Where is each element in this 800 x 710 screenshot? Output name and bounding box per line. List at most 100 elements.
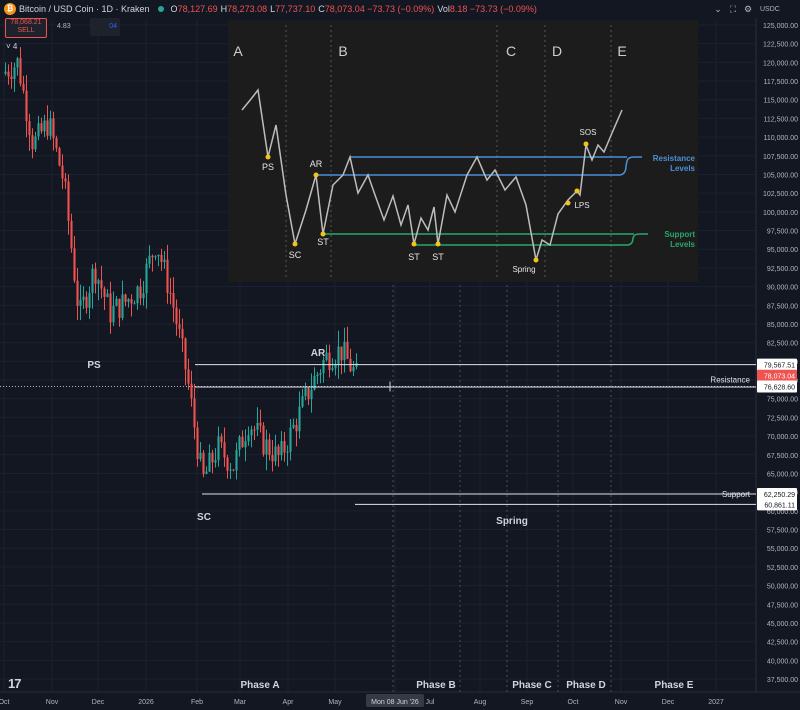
candle-body	[13, 67, 16, 79]
candle-body	[7, 71, 10, 77]
inset-event-marker	[292, 241, 298, 247]
candle-body	[292, 424, 295, 428]
candle-body	[298, 406, 301, 432]
maximize-icon[interactable]: ⛶	[727, 3, 739, 15]
inset-phase-letter: E	[617, 43, 626, 59]
candle-body	[130, 299, 133, 304]
time-tick-label: Sep	[521, 699, 534, 706]
symbol-title[interactable]: Bitcoin / USD Coin · 1D · Kraken	[19, 4, 150, 14]
currency-label[interactable]: USDC	[760, 4, 796, 16]
inset-event-marker	[583, 141, 589, 147]
candle-body	[235, 450, 238, 471]
candle-body	[301, 396, 304, 407]
sell-button[interactable]: 78,068.21 SELL	[5, 18, 47, 38]
candle-body	[334, 364, 337, 369]
time-tick-label: 2027	[708, 699, 724, 706]
current-price-tag: 78,073.04	[764, 374, 795, 381]
candle-body	[25, 90, 28, 122]
price-tick-label: 42,500.00	[767, 640, 798, 647]
candle-body	[64, 178, 67, 182]
candle-body	[103, 288, 106, 297]
inset-event-marker	[533, 257, 539, 263]
candle-body	[310, 389, 313, 400]
price-tick-label: 52,500.00	[767, 565, 798, 572]
candle-body	[184, 338, 187, 370]
candle-body	[136, 286, 139, 304]
candle-body	[226, 457, 229, 471]
candle-body	[151, 255, 154, 258]
candle-body	[34, 136, 37, 150]
inset-label-ar: AR	[310, 159, 323, 169]
ohlc-close: 78,073.04 −73.73 (−0.09%)	[324, 4, 435, 14]
price-tag: 62,250.29	[764, 492, 795, 499]
chevron-down-icon[interactable]: ⌄	[712, 3, 724, 15]
candle-body	[46, 120, 49, 136]
price-tick-label: 92,500.00	[767, 266, 798, 273]
price-tick-label: 102,500.00	[763, 191, 798, 198]
price-tick-label: 97,500.00	[767, 229, 798, 236]
candle-body	[289, 427, 292, 452]
candle-body	[268, 439, 271, 456]
annotation-ps: PS	[87, 360, 101, 371]
price-tick-label: 67,500.00	[767, 453, 798, 460]
inset-event-marker	[313, 172, 319, 178]
time-tick-label: Feb	[191, 699, 203, 706]
tradingview-logo: 17	[8, 676, 22, 691]
price-tick-label: 57,500.00	[767, 528, 798, 535]
inset-label-sos: SOS	[580, 128, 597, 137]
quantity-field[interactable]: 04	[90, 18, 120, 36]
price-tick-label: 115,000.00	[763, 98, 798, 105]
wyckoff-inset: A B C D EResistanceLevelsSupportLevelsPSSCAR…	[228, 20, 698, 282]
price-tick-label: 110,000.00	[763, 135, 798, 142]
inset-support-label: Levels	[670, 240, 695, 249]
candle-body	[196, 427, 199, 460]
time-tick-label: Nov	[615, 699, 628, 706]
candle-body	[112, 305, 115, 323]
inset-event-marker	[265, 154, 271, 160]
price-tick-label: 90,000.00	[767, 285, 798, 292]
candle-body	[100, 280, 103, 289]
price-tag: 76,628.60	[764, 385, 795, 392]
inset-label-st: ST	[408, 252, 420, 262]
time-tick-label: Mar	[234, 699, 247, 706]
inset-event-marker	[411, 241, 417, 247]
candle-body	[133, 303, 136, 305]
candle-body	[22, 83, 25, 91]
candle-body	[214, 460, 217, 463]
price-tick-label: 72,500.00	[767, 415, 798, 422]
inset-label-spring: Spring	[512, 265, 535, 274]
price-tick-label: 47,500.00	[767, 602, 798, 609]
price-tag: 79,567.51	[764, 363, 795, 370]
candle-body	[322, 359, 325, 374]
candle-body	[85, 296, 88, 308]
candle-body	[271, 455, 274, 462]
volume: 8.18 −73.73 (−0.09%)	[449, 4, 537, 14]
inset-background	[228, 20, 698, 282]
candle-body	[274, 446, 277, 462]
inset-event-marker	[435, 241, 441, 247]
candle-body	[139, 286, 142, 299]
chart-header: ₿ Bitcoin / USD Coin · 1D · Kraken O 78,1…	[0, 0, 760, 18]
candle-body	[52, 118, 55, 138]
candle-body	[247, 435, 250, 442]
ohlc-open: 78,127.69	[177, 4, 218, 14]
indicator-toggle[interactable]: ˅ 4	[6, 42, 17, 51]
candle-body	[106, 293, 109, 297]
candle-body	[169, 292, 172, 294]
candle-body	[70, 220, 73, 249]
candle-body	[160, 254, 163, 262]
candle-body	[325, 352, 328, 360]
candle-body	[244, 441, 247, 448]
inset-label-sc: SC	[289, 250, 302, 260]
volume-key: Vol	[437, 4, 450, 14]
price-chart[interactable]: 125,000.00 122,500.00 120,000.00 117,500.00…	[0, 0, 800, 710]
candle-body	[199, 452, 202, 460]
inset-resistance-label: Levels	[670, 164, 695, 173]
inset-event-marker	[320, 231, 326, 237]
candle-body	[187, 369, 190, 384]
price-tick-label: 55,000.00	[767, 546, 798, 553]
candle-body	[163, 259, 166, 262]
candle-body	[238, 436, 241, 451]
time-tick-label: 2026	[138, 699, 154, 706]
settings-icon[interactable]: ⚙	[742, 3, 754, 15]
